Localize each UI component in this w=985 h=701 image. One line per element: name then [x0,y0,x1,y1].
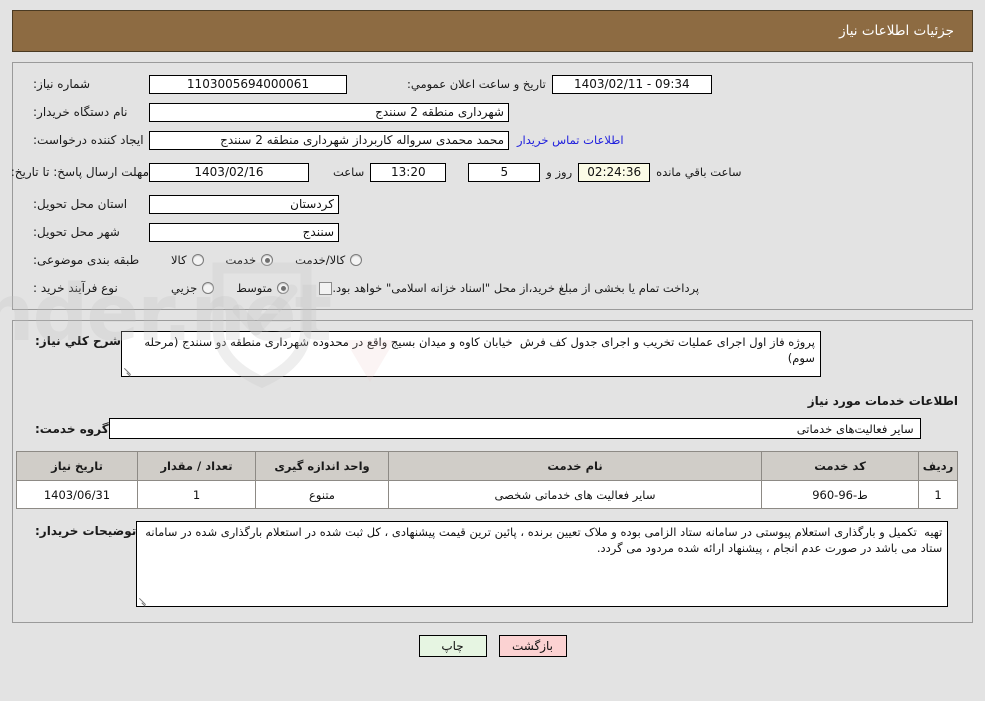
category-option-service-label: خدمت [225,253,257,267]
purchase-option-medium[interactable]: متوسط [236,281,290,295]
col-service-name: نام خدمت [388,451,762,481]
row-city: شهر محل تحویل: [27,219,958,245]
category-option-goods-service-label: کالا/خدمت [295,253,346,267]
cell-unit: متنوع [255,480,389,509]
service-group-input[interactable] [108,418,921,439]
days-left-suffix: روز و [546,165,573,179]
deadline-time-label: ساعت [333,165,365,179]
radio-minor-icon[interactable] [202,282,215,294]
purchase-type-label: نوع فرآیند خرید : [33,281,118,295]
radio-goods-service-icon[interactable] [350,254,363,266]
radio-goods-icon[interactable] [191,254,204,266]
buyer-org-label: نام دستگاه خریدار: [33,105,128,119]
city-input[interactable] [149,222,339,242]
page-title: جزئیات اطلاعات نیاز [839,23,954,39]
request-creator-input[interactable] [149,130,509,150]
service-group-label: گروه خدمت: [35,421,109,436]
treasury-note-label: پرداخت تمام یا بخشی از مبلغ خرید،از محل … [332,281,700,295]
row-buyer-notes: تهیه تکمیل و بارگذاری استعلام پیوستی در … [27,521,958,610]
row-category: کالا/خدمت خدمت کالا طبقه بندی موضوعی: [27,247,958,273]
print-button[interactable]: چاپ [418,635,487,657]
need-info-panel: تاریخ و ساعت اعلان عمومي: شماره نیاز: نا… [10,62,973,310]
category-option-goods-label: کالا [171,253,187,267]
services-section-title: اطلاعات خدمات مورد نیاز [807,394,958,408]
buyer-notes-label: توضیحات خریدار: [35,524,137,538]
col-need-date: تاریخ نیاز [16,451,138,481]
description-label: شرح کلي نیاز: [35,334,121,348]
purchase-option-minor[interactable]: جزیي [171,281,215,295]
row-buyer-org: نام دستگاه خریدار: [27,99,958,125]
footer-actions: بازگشت چاپ [0,635,985,657]
cell-quantity: 1 [137,480,256,509]
col-service-code: کد خدمت [761,451,919,481]
time-left-input [578,162,651,182]
buyer-contact-link[interactable]: اطلاعات تماس خریدار [509,133,632,147]
row-service-group: گروه خدمت: [27,418,958,439]
table-header-row: ردیف کد خدمت نام خدمت واحد اندازه گیری ت… [16,451,958,481]
province-input[interactable] [149,194,339,214]
need-number-label: شماره نیاز: [33,77,90,91]
deadline-time-input[interactable] [370,162,447,182]
public-announce-label: تاریخ و ساعت اعلان عمومي: [407,77,546,91]
radio-service-icon[interactable] [261,254,274,266]
category-option-goods[interactable]: کالا [171,253,204,267]
deadline-date-input[interactable] [149,162,309,182]
treasury-note-checkbox[interactable] [319,281,333,295]
purchase-option-medium-label: متوسط [236,281,273,295]
category-option-goods-service[interactable]: کالا/خدمت [295,253,363,267]
province-label: استان محل تحویل: [33,197,128,211]
need-number-input[interactable] [149,74,347,94]
page-header: جزئیات اطلاعات نیاز [12,10,973,52]
buyer-notes-textarea[interactable]: تهیه تکمیل و بارگذاری استعلام پیوستی در … [136,521,949,607]
table-row[interactable]: 1 ط-96-960 سایر فعالیت های خدماتی شخصی م… [16,480,958,509]
row-province: استان محل تحویل: [27,191,958,217]
radio-medium-icon[interactable] [277,282,290,294]
row-description: پروژه فاز اول اجرای عملیات تخریب و اجرای… [27,331,958,380]
purchase-option-minor-label: جزیي [171,281,198,295]
back-button[interactable]: بازگشت [498,635,567,657]
days-left-input [468,162,541,182]
deadline-label: مهلت ارسال پاسخ: تا تاریخ: [10,165,149,179]
row-deadline: ساعت باقي مانده روز و ساعت مهلت ارسال پا… [10,155,958,189]
row-request-creator: اطلاعات تماس خریدار ایجاد کننده درخواست: [27,127,958,153]
row-need-number: تاریخ و ساعت اعلان عمومي: شماره نیاز: [27,71,958,97]
cell-radif: 1 [918,480,958,509]
description-textarea[interactable]: پروژه فاز اول اجرای عملیات تخریب و اجرای… [120,331,821,377]
services-panel: پروژه فاز اول اجرای عملیات تخریب و اجرای… [12,320,973,623]
cell-service-code: ط-96-960 [761,480,919,509]
category-label: طبقه بندی موضوعی: [33,253,140,267]
services-table: ردیف کد خدمت نام خدمت واحد اندازه گیری ت… [16,451,958,509]
cell-service-name: سایر فعالیت های خدماتی شخصی [388,480,762,509]
col-unit: واحد اندازه گیری [255,451,389,481]
cell-need-date: 1403/06/31 [16,480,138,509]
buyer-org-input[interactable] [149,102,509,122]
request-creator-label: ایجاد کننده درخواست: [33,133,144,147]
category-option-service[interactable]: خدمت [226,253,274,267]
col-radif: ردیف [918,451,958,481]
row-purchase-type: پرداخت تمام یا بخشی از مبلغ خرید،از محل … [27,275,958,301]
time-left-suffix: ساعت باقي مانده [656,165,742,179]
city-label: شهر محل تحویل: [33,225,120,239]
public-announce-input[interactable] [551,74,712,94]
col-quantity: تعداد / مقدار [137,451,256,481]
